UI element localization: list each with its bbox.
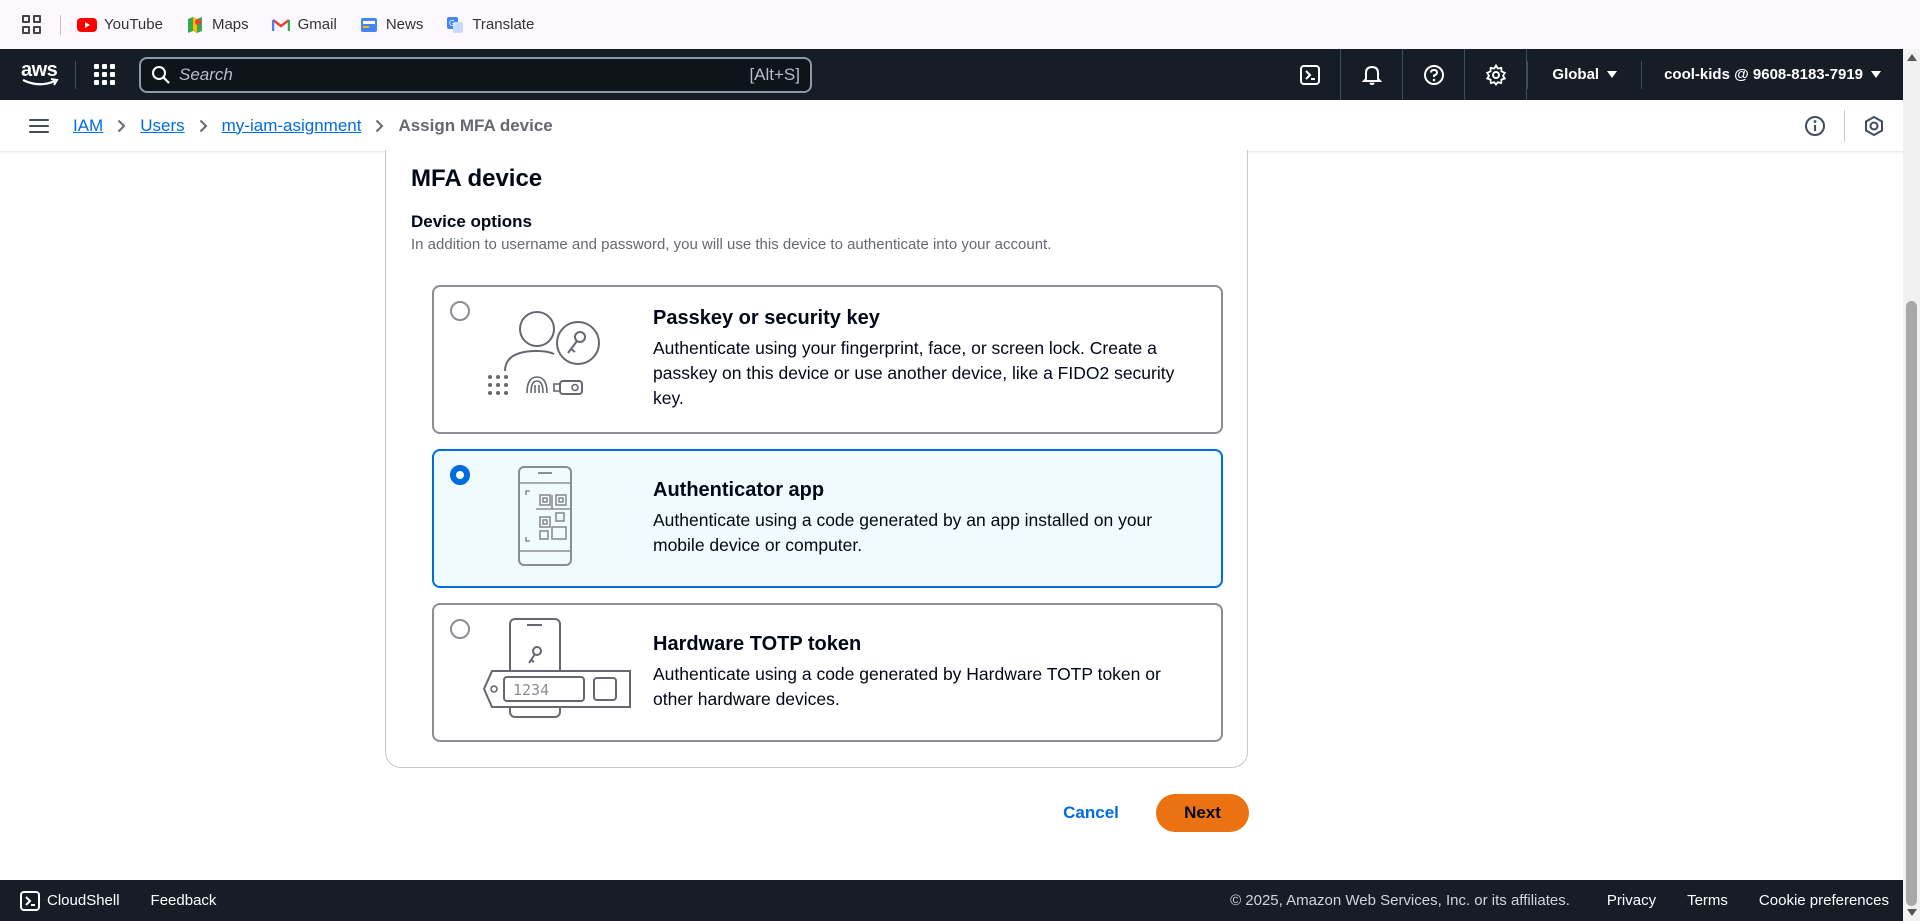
info-icon: [1805, 116, 1825, 136]
nav-divider: [75, 60, 76, 89]
bookmark-label: Gmail: [297, 16, 337, 33]
bookmark-translate[interactable]: G Translate: [445, 15, 534, 35]
apps-grid-icon[interactable]: [22, 14, 42, 35]
cloudshell-button[interactable]: [1279, 49, 1342, 100]
feedback-link[interactable]: Feedback: [151, 892, 217, 909]
cookie-preferences-link[interactable]: Cookie preferences: [1759, 892, 1889, 909]
panel-title: MFA device: [411, 165, 543, 192]
option-passkey[interactable]: Passkey or security key Authenticate usi…: [432, 285, 1223, 434]
nav-right-group: Global cool-kids @ 9608-8183-7919: [1279, 49, 1903, 100]
privacy-link[interactable]: Privacy: [1607, 892, 1656, 909]
search-icon: [152, 65, 170, 84]
cloudshell-label: CloudShell: [47, 892, 120, 909]
bookmark-maps[interactable]: Maps: [185, 15, 249, 35]
next-button[interactable]: Next: [1156, 794, 1249, 832]
bookmark-label: News: [385, 16, 424, 33]
bookmark-label: Translate: [472, 16, 535, 33]
account-menu[interactable]: cool-kids @ 9608-8183-7919: [1642, 66, 1903, 83]
notifications-button[interactable]: [1341, 49, 1404, 100]
breadcrumb-bar: IAM Users my-iam-asignment Assign MFA de…: [0, 100, 1903, 152]
cloudshell-icon: [20, 890, 40, 911]
bookmarks-bar: YouTube Maps Gmail News G Translate: [0, 0, 1920, 49]
hardware-token-illustration-icon: 1234: [482, 618, 631, 718]
search-box[interactable]: Search [Alt+S]: [139, 56, 812, 93]
bookmark-label: YouTube: [104, 16, 163, 33]
hexagon-icon: [1865, 115, 1883, 137]
footer-links: © 2025, Amazon Web Services, Inc. or its…: [1230, 892, 1903, 909]
bookmark-news[interactable]: News: [359, 15, 424, 35]
aws-top-nav: aws Search [Alt+S] Global cool-kids @ 96…: [0, 49, 1903, 100]
breadcrumb-users[interactable]: Users: [140, 116, 184, 136]
device-options-label: Device options: [411, 212, 532, 231]
option-description: Authenticate using your fingerprint, fac…: [653, 338, 1175, 408]
copyright-text: © 2025, Amazon Web Services, Inc. or its…: [1230, 892, 1570, 909]
bookmark-youtube[interactable]: YouTube: [77, 15, 163, 35]
console-footer: CloudShell Feedback © 2025, Amazon Web S…: [0, 880, 1903, 921]
token-code-text: 1234: [513, 681, 549, 699]
radio-authenticator-app[interactable]: [450, 465, 470, 485]
terms-link[interactable]: Terms: [1687, 892, 1728, 909]
device-options-description: In addition to username and password, yo…: [411, 236, 1052, 253]
passkey-illustration-icon: [488, 311, 600, 395]
breadcrumb-iam[interactable]: IAM: [73, 116, 103, 136]
option-title: Hardware TOTP token: [653, 633, 862, 655]
scroll-up-icon[interactable]: [1907, 54, 1917, 61]
cloudshell-footer-button[interactable]: CloudShell: [20, 890, 120, 911]
chevron-right-icon: [199, 119, 208, 133]
option-description: Authenticate using a code generated by a…: [653, 510, 1153, 555]
svg-text:G: G: [449, 19, 455, 28]
gmail-icon: [271, 15, 291, 35]
authenticator-app-illustration-icon: [518, 466, 572, 566]
youtube-icon: [77, 15, 97, 35]
scroll-thumb[interactable]: [1906, 301, 1917, 906]
scroll-down-icon[interactable]: [1907, 909, 1917, 916]
chevron-right-icon: [375, 119, 384, 133]
option-title: Passkey or security key: [653, 307, 880, 329]
chevron-down-icon: [1607, 71, 1618, 78]
option-title: Authenticator app: [653, 479, 825, 501]
breadcrumb-user[interactable]: my-iam-asignment: [222, 116, 362, 136]
chevron-right-icon: [117, 119, 126, 133]
menu-icon[interactable]: [29, 115, 49, 137]
account-label: cool-kids @ 9608-8183-7919: [1664, 66, 1863, 83]
cancel-button[interactable]: Cancel: [1051, 797, 1131, 829]
breadcrumb-current: Assign MFA device: [398, 115, 553, 135]
search-shortcut: [Alt+S]: [749, 64, 800, 84]
region-selector[interactable]: Global: [1527, 60, 1643, 89]
bookmark-gmail[interactable]: Gmail: [271, 15, 337, 35]
bookmark-label: Maps: [211, 16, 249, 33]
bookmarks-divider: [60, 14, 61, 35]
cloudshell-icon: [1299, 64, 1320, 85]
radio-hardware-totp[interactable]: [450, 619, 470, 639]
assistant-button[interactable]: [1845, 100, 1903, 152]
page-scrollbar[interactable]: [1903, 49, 1920, 921]
breadcrumb-tools: [1786, 100, 1903, 152]
search-input[interactable]: Search: [179, 65, 749, 85]
region-label: Global: [1552, 66, 1600, 83]
option-authenticator-app[interactable]: Authenticator app Authenticate using a c…: [432, 449, 1223, 588]
aws-smile-icon: [22, 77, 59, 86]
chevron-down-icon: [1871, 71, 1881, 78]
help-icon: [1423, 64, 1444, 85]
option-hardware-totp[interactable]: 1234 Hardware TOTP token Authenticate us…: [432, 603, 1223, 742]
maps-icon: [185, 15, 205, 35]
news-icon: [359, 15, 379, 35]
settings-button[interactable]: [1465, 49, 1528, 100]
translate-icon: G: [445, 15, 465, 35]
bell-icon: [1361, 65, 1382, 85]
gear-icon: [1485, 63, 1507, 86]
mfa-device-panel: MFA device Device options In addition to…: [385, 150, 1248, 768]
option-description: Authenticate using a code generated by H…: [653, 664, 1161, 709]
info-button[interactable]: [1786, 100, 1844, 152]
services-menu-icon[interactable]: [94, 63, 116, 86]
aws-logo[interactable]: aws: [21, 60, 61, 90]
help-button[interactable]: [1403, 49, 1466, 100]
radio-passkey[interactable]: [450, 301, 470, 321]
